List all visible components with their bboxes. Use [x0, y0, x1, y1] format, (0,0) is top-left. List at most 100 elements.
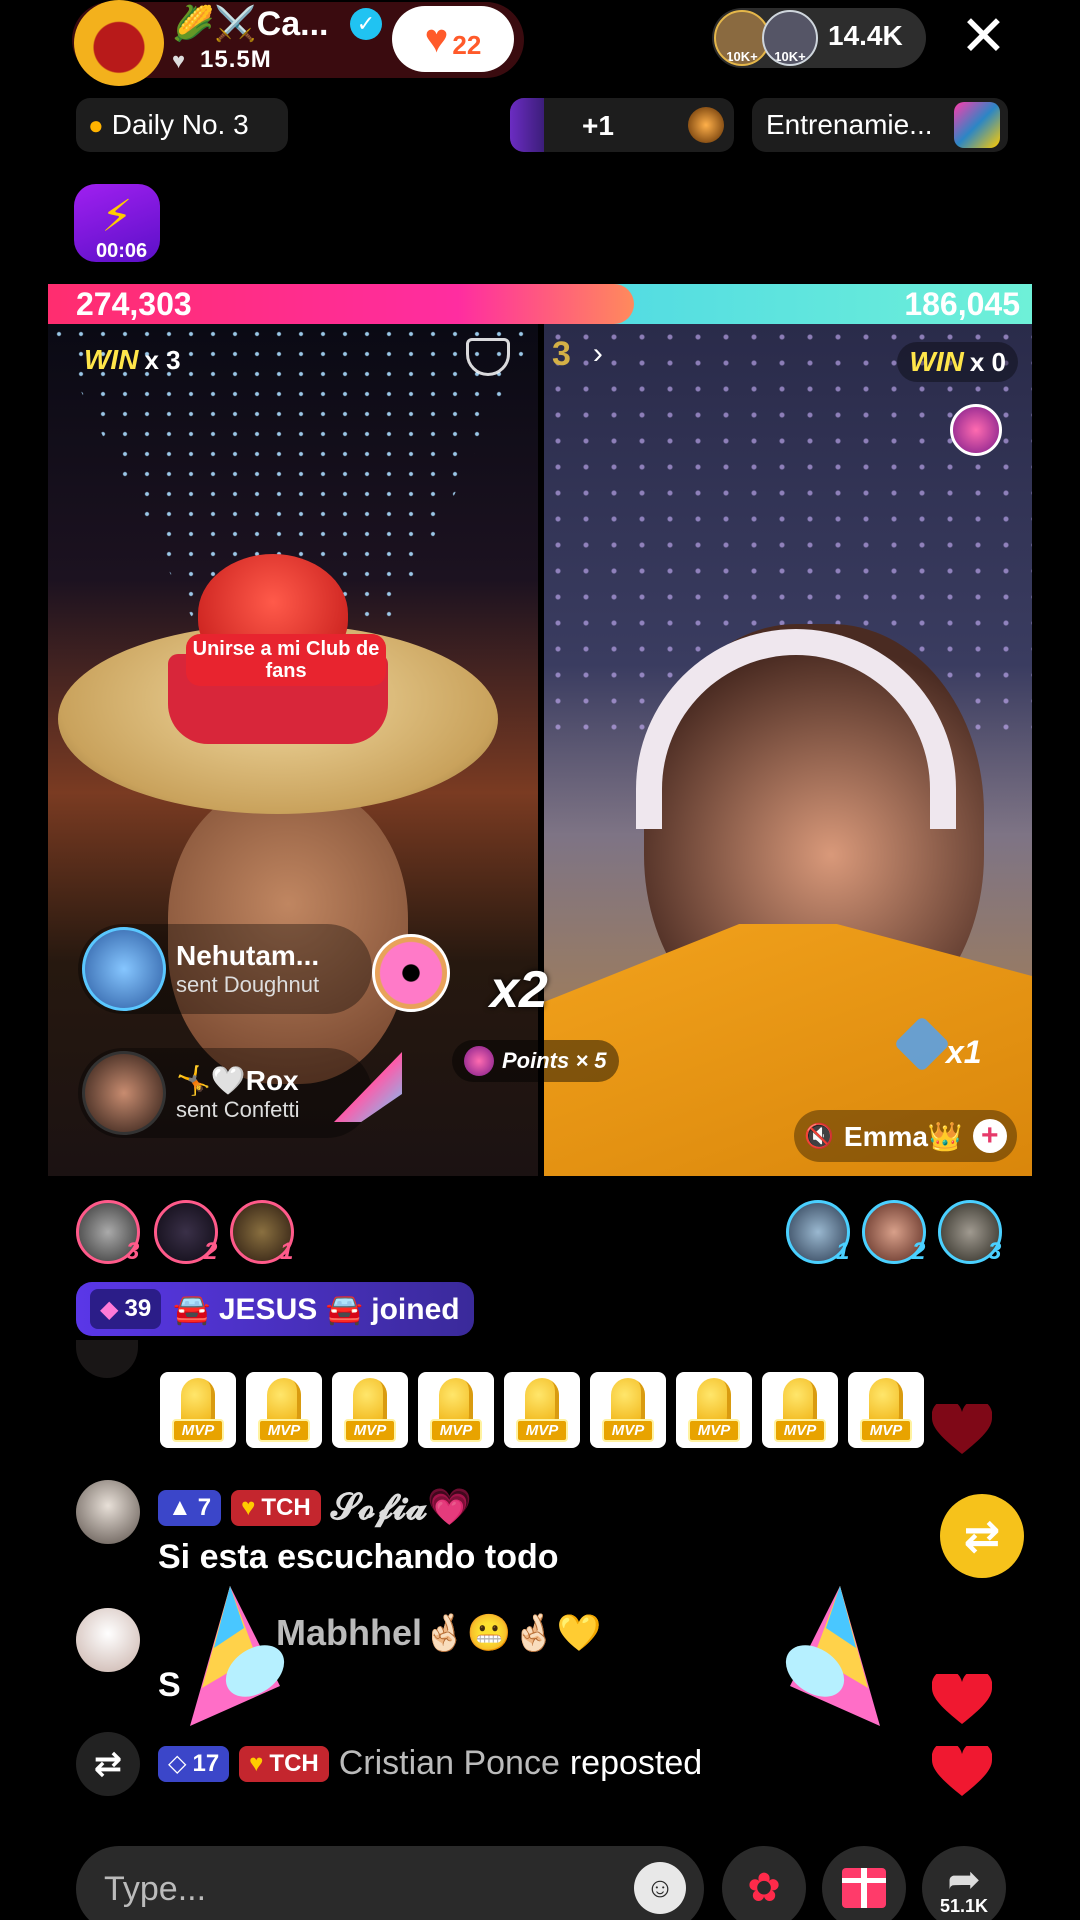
right-video[interactable]: 3 › WIN x 0 x1 🔇 Emma👑 + — [544, 324, 1032, 1176]
gift-box-icon — [842, 1868, 886, 1908]
repost-icon: ⇄ — [76, 1732, 140, 1796]
heart-icon — [932, 1674, 992, 1724]
right-multiplier: x1 — [946, 1034, 982, 1070]
gift-sender-avatar[interactable] — [82, 1051, 166, 1135]
gift-sender-avatar[interactable] — [82, 927, 166, 1011]
host-likes: 15.5M — [200, 46, 272, 73]
mvp-badge: MVP — [676, 1372, 752, 1448]
comment-placeholder: Type... — [104, 1869, 207, 1908]
diamond-level-icon: ◆ — [100, 1295, 119, 1323]
host-name: 🌽⚔️Ca... — [172, 5, 329, 43]
comment-input[interactable]: Type... — [76, 1846, 704, 1920]
mvp-badge: MVP — [762, 1372, 838, 1448]
event-badge-icon — [954, 102, 1000, 148]
round-badge[interactable]: 3 › — [544, 332, 634, 376]
level-badge: ▲ 7 — [158, 1489, 222, 1526]
plus-one-progress — [510, 98, 544, 152]
fan-club-button[interactable]: ♥ 22 — [392, 6, 514, 72]
chevron-right-icon: › — [592, 337, 603, 370]
guest-name-tag[interactable]: 🔇 Emma👑 + — [794, 1110, 1017, 1162]
club-heart-icon: ♥ — [241, 1493, 256, 1521]
event-label: Entrenamie... — [766, 109, 933, 140]
host-avatar[interactable] — [74, 0, 164, 86]
repost-button[interactable]: ⇄ — [940, 1494, 1024, 1578]
gift-action: sent Doughnut — [176, 972, 320, 997]
verified-icon: ✓ — [350, 8, 382, 40]
plus-one-label: +1 — [582, 110, 614, 141]
level-badge: ◇ 17 — [158, 1745, 230, 1782]
chat-avatar[interactable] — [76, 1480, 140, 1544]
level-icon: ▲ — [168, 1493, 192, 1521]
battle-score-bar — [48, 284, 1032, 324]
gift-potion-icon[interactable] — [950, 404, 1002, 456]
level-icon: ◇ — [168, 1750, 187, 1777]
mvp-badge: MVP — [332, 1372, 408, 1448]
rank-number: 3 — [126, 1238, 140, 1265]
daily-ranking-label: Daily No. 3 — [111, 109, 249, 140]
gift-action: sent Confetti — [176, 1096, 300, 1122]
mvp-badge: MVP — [590, 1372, 666, 1448]
plus-one-avatar — [688, 107, 724, 143]
top-viewer-avatar-2[interactable]: 10K+ — [762, 10, 818, 66]
fan-club-count: 22 — [452, 29, 482, 60]
club-heart-icon: ♥ — [249, 1749, 264, 1777]
rank-number: 1 — [280, 1238, 294, 1265]
chat-avatar-faded — [76, 1340, 138, 1378]
chat-meta-row: ▲ 7 ♥ TCH 𝓢𝓸𝓯𝓲𝓪💗 — [158, 1486, 472, 1529]
potion-icon — [464, 1046, 494, 1076]
guest-name: Emma👑 — [843, 1120, 963, 1152]
energy-timer: 00:06 — [96, 240, 148, 262]
heart-icon — [932, 1746, 992, 1796]
mvp-badge: MVP — [418, 1372, 494, 1448]
rank-number: 3 — [988, 1238, 1002, 1265]
mvp-badge: MVP — [848, 1372, 924, 1448]
repost-row: ◇ 17 ♥ TCH Cristian Ponce reposted — [158, 1744, 702, 1783]
mvp-badge: MVP — [160, 1372, 236, 1448]
joined-level-badge: ◆ 39 — [90, 1289, 162, 1329]
plus-one-pill[interactable]: +1 — [510, 98, 734, 152]
fire-icon: ● — [88, 109, 104, 140]
chat-username[interactable]: Mabhhel🤞🏻😬🤞🏻💛 — [276, 1612, 601, 1654]
doughnut-gift-icon — [372, 934, 450, 1012]
rank-number: 2 — [204, 1238, 218, 1265]
gift-sender-name: 🤸🤍Rox — [176, 1064, 299, 1096]
gift-notification-2: 🤸🤍Rox sent Confetti — [78, 1048, 372, 1138]
add-guest-button[interactable]: + — [972, 1119, 1007, 1153]
rose-gift-button[interactable]: ✿ — [722, 1846, 806, 1920]
close-icon[interactable]: ✕ — [960, 6, 1007, 66]
mvp-badge: MVP — [504, 1372, 580, 1448]
win-counter-right: WIN x 0 — [897, 342, 1018, 382]
gift-sender-name: Nehutam... — [176, 940, 320, 971]
chat-username[interactable]: 𝓢𝓸𝓯𝓲𝓪💗 — [331, 1486, 472, 1529]
party-popper-icon — [785, 1586, 880, 1726]
fan-club-heart-icon: ♥ — [424, 16, 449, 61]
daily-ranking-pill[interactable]: ● Daily No. 3 — [76, 98, 288, 152]
rank-number: 1 — [836, 1238, 850, 1265]
gift-multiplier: x2 — [490, 961, 548, 1019]
share-button[interactable]: ➦ 51.1K — [922, 1846, 1006, 1920]
repost-user[interactable]: Cristian Ponce — [339, 1744, 560, 1783]
lightning-icon: ⚡ — [101, 191, 133, 241]
heart-icon — [932, 1404, 992, 1454]
mute-icon[interactable]: 🔇 — [804, 1122, 834, 1151]
joined-banner: ◆ 39 🚘 JESUS 🚘 joined — [76, 1282, 474, 1336]
win-counter-left: WIN x 3 — [84, 344, 181, 375]
right-score: 186,045 — [904, 286, 1020, 322]
left-score: 274,303 — [76, 286, 192, 322]
joined-text: 🚘 JESUS 🚘 joined — [173, 1292, 460, 1326]
mvp-badge: MVP — [246, 1372, 322, 1448]
chat-message: Si esta escuchando todo — [158, 1538, 559, 1576]
heart-small-icon: ♥ — [172, 48, 186, 73]
gift-box-button[interactable] — [822, 1846, 906, 1920]
emoji-icon[interactable]: ☺ — [634, 1862, 686, 1914]
hat-fanclub-text: Unirse a mi Club de fans — [186, 634, 386, 686]
mvp-gift-row: MVP MVP MVP MVP MVP MVP MVP MVP MVP — [160, 1372, 924, 1448]
share-count: 51.1K — [939, 1895, 989, 1916]
event-pill[interactable]: Entrenamie... — [752, 98, 1008, 152]
party-popper-icon — [190, 1586, 285, 1726]
viewer-count[interactable]: 14.4K — [828, 20, 903, 52]
repost-action: reposted — [569, 1744, 703, 1782]
points-badge: Points × 5 — [452, 1040, 619, 1082]
share-arrow-icon: ➦ — [947, 1857, 981, 1902]
chat-avatar[interactable] — [76, 1608, 140, 1672]
